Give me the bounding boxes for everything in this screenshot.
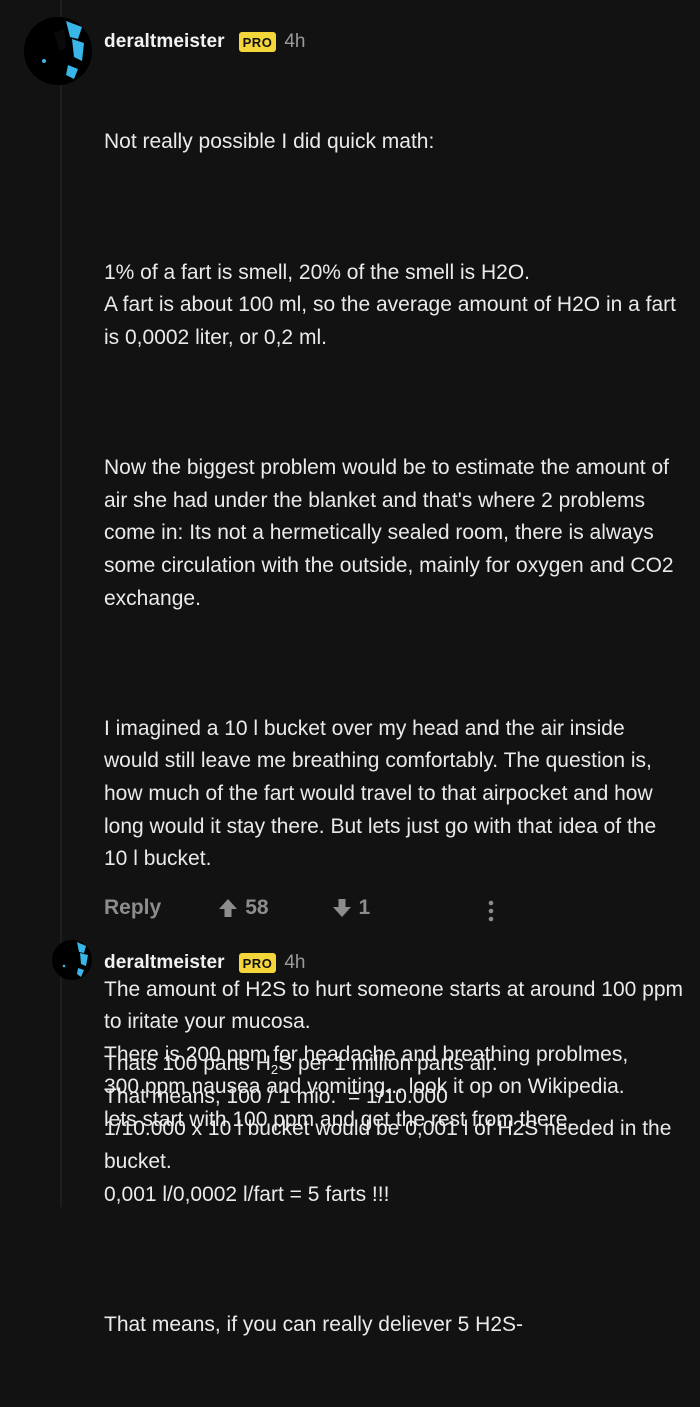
- thread-line: [60, 0, 62, 1207]
- arrow-down-icon: [331, 897, 353, 919]
- comment-body: Thats 100 parts H2S per 1 million parts …: [104, 983, 684, 1407]
- formula-text: S per 1 million parts air.: [278, 1052, 498, 1076]
- comment-paragraph: I imagined a 10 l bucket over my head an…: [104, 716, 662, 871]
- comment-paragraph: Now the biggest problem would be to esti…: [104, 456, 680, 610]
- user-avatar-icon[interactable]: [24, 17, 92, 85]
- comment-header: deraltmeister PRO 4h: [104, 950, 305, 976]
- upvote-count: 58: [245, 896, 269, 919]
- comment-paragraph: That means, if you can really deliever 5…: [104, 1312, 524, 1336]
- pro-badge: PRO: [238, 32, 277, 52]
- comment-actions: Reply 58 1: [104, 890, 504, 926]
- pro-badge: PRO: [238, 953, 277, 973]
- username[interactable]: deraltmeister: [104, 31, 225, 53]
- comment-text: That means, 100 / 1 mio. = 1/10.000 1/10…: [104, 1084, 672, 1206]
- user-avatar-icon[interactable]: [52, 940, 92, 980]
- downvote-button[interactable]: 1: [331, 896, 371, 920]
- comment-header: deraltmeister PRO 4h: [104, 29, 305, 55]
- timestamp: 4h: [284, 31, 306, 52]
- comment-paragraph: Not really possible I did quick math:: [104, 130, 435, 154]
- downvote-count: 1: [358, 896, 371, 919]
- comment-paragraph: 1% of a fart is smell, 20% of the smell …: [104, 260, 676, 349]
- comment-paragraph: Thats 100 parts H2S per 1 million parts …: [104, 1048, 684, 1211]
- username[interactable]: deraltmeister: [104, 952, 225, 974]
- timestamp: 4h: [284, 952, 306, 973]
- more-options-icon[interactable]: [481, 899, 501, 923]
- formula-text: Thats 100 parts H: [104, 1052, 271, 1076]
- reply-button[interactable]: Reply: [104, 896, 161, 920]
- upvote-button[interactable]: 58: [217, 896, 269, 920]
- arrow-up-icon: [217, 897, 239, 919]
